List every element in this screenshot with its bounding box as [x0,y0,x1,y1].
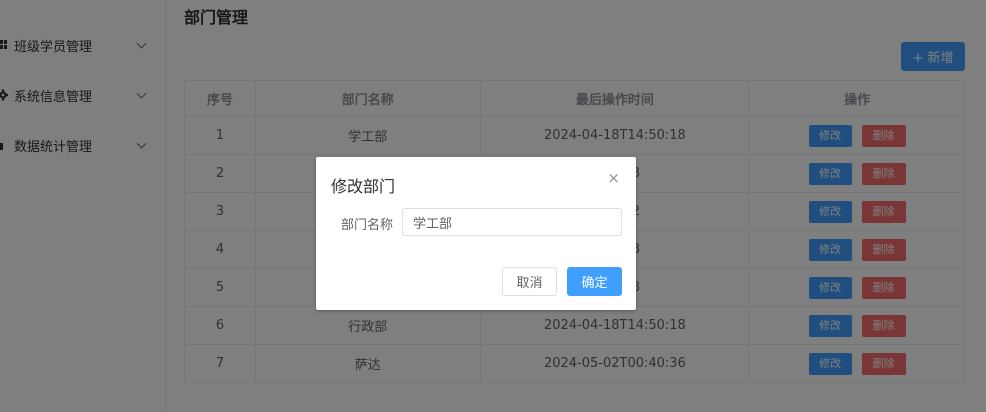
department-name-input[interactable] [402,208,622,236]
cancel-button[interactable]: 取消 [502,267,557,296]
edit-department-dialog: 修改部门 × 部门名称 取消 确定 [316,157,636,310]
dialog-title: 修改部门 [331,177,396,196]
close-icon[interactable]: × [607,169,620,187]
confirm-button[interactable]: 确定 [567,267,622,296]
department-name-label: 部门名称 [341,218,394,233]
